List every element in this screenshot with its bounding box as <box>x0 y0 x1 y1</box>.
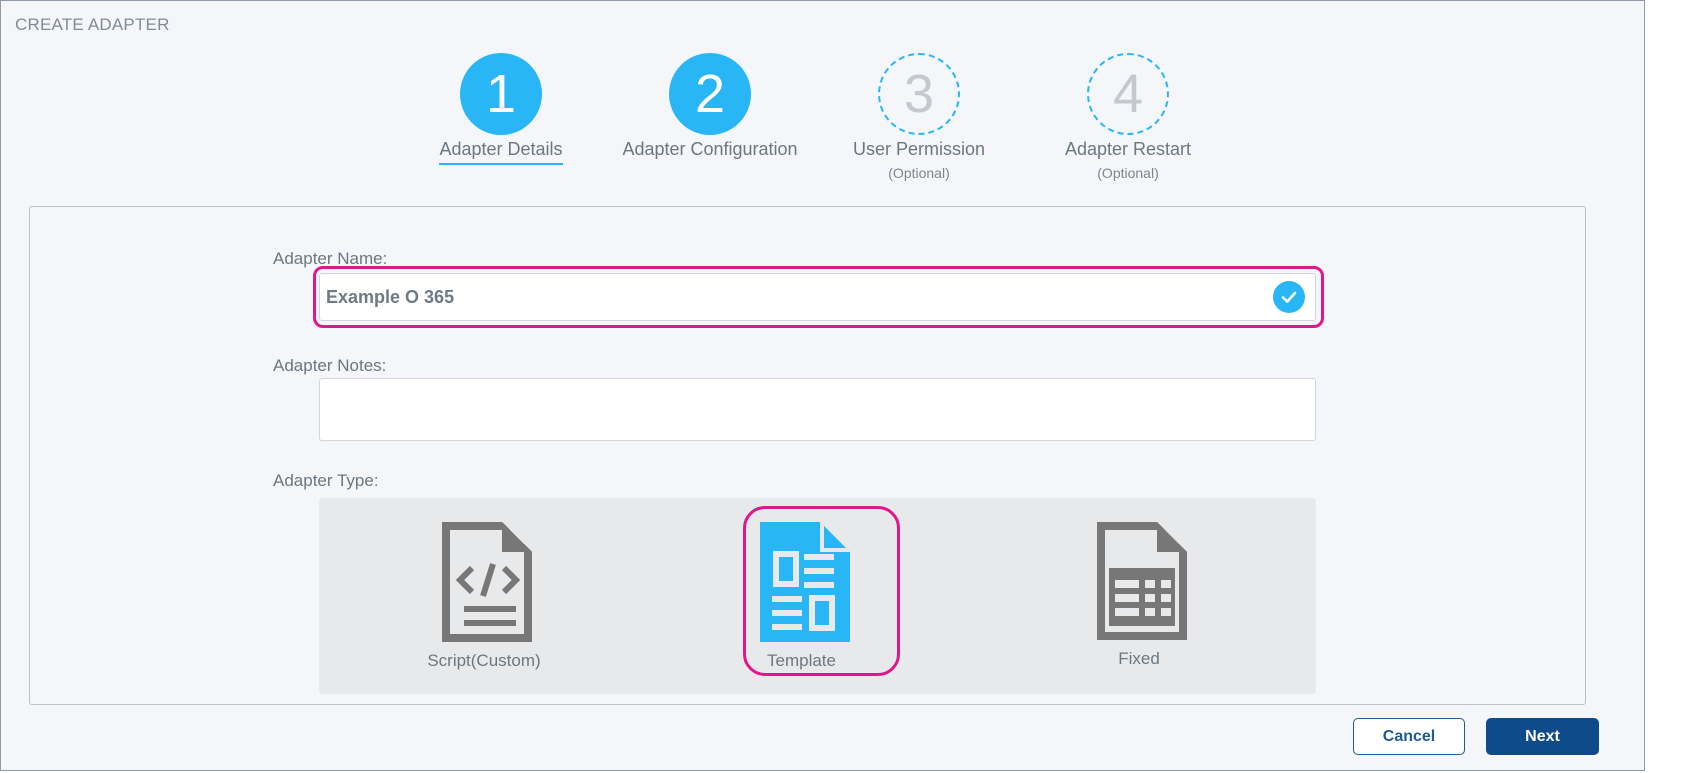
step-number-3: 3 <box>878 53 960 135</box>
adapter-type-selector: Script(Custom) Template Fixed <box>319 498 1316 694</box>
type-option-fixed[interactable]: Fixed <box>1084 520 1194 669</box>
type-option-template[interactable]: Template <box>744 520 859 671</box>
adapter-name-input[interactable]: Example O 365 <box>319 273 1316 321</box>
type-label-script-custom: Script(Custom) <box>427 651 541 670</box>
template-document-icon <box>759 522 850 642</box>
create-adapter-window: CREATE ADAPTER 1 Adapter Details 2 Adapt… <box>0 0 1645 771</box>
step-label: Adapter Details <box>439 139 563 165</box>
step-label: User Permission <box>852 139 986 159</box>
table-document-icon <box>1097 522 1187 640</box>
valid-check-icon <box>1273 281 1305 313</box>
step-label: Adapter Configuration <box>622 139 798 159</box>
step-optional-note: (Optional) <box>1097 165 1159 181</box>
step-adapter-restart[interactable]: 4 Adapter Restart (Optional) <box>1028 53 1228 181</box>
adapter-name-value: Example O 365 <box>326 287 455 307</box>
adapter-name-label: Adapter Name: <box>273 249 388 268</box>
adapter-type-label: Adapter Type: <box>273 471 379 490</box>
step-number-4: 4 <box>1087 53 1169 135</box>
next-button[interactable]: Next <box>1486 718 1599 755</box>
adapter-notes-input[interactable] <box>319 378 1316 441</box>
type-label-template: Template <box>767 651 836 670</box>
step-adapter-configuration[interactable]: 2 Adapter Configuration <box>610 53 810 163</box>
cancel-button[interactable]: Cancel <box>1353 718 1465 755</box>
step-number-1: 1 <box>460 53 542 135</box>
step-label: Adapter Restart <box>1064 139 1192 159</box>
step-adapter-details[interactable]: 1 Adapter Details <box>401 53 601 165</box>
step-user-permission[interactable]: 3 User Permission (Optional) <box>819 53 1019 181</box>
adapter-notes-label: Adapter Notes: <box>273 356 387 375</box>
step-number-2: 2 <box>669 53 751 135</box>
type-label-fixed: Fixed <box>1118 649 1160 668</box>
page-title: CREATE ADAPTER <box>15 15 170 34</box>
step-optional-note: (Optional) <box>888 165 950 181</box>
type-option-script-custom[interactable]: Script(Custom) <box>419 520 549 671</box>
code-document-icon <box>442 522 532 642</box>
